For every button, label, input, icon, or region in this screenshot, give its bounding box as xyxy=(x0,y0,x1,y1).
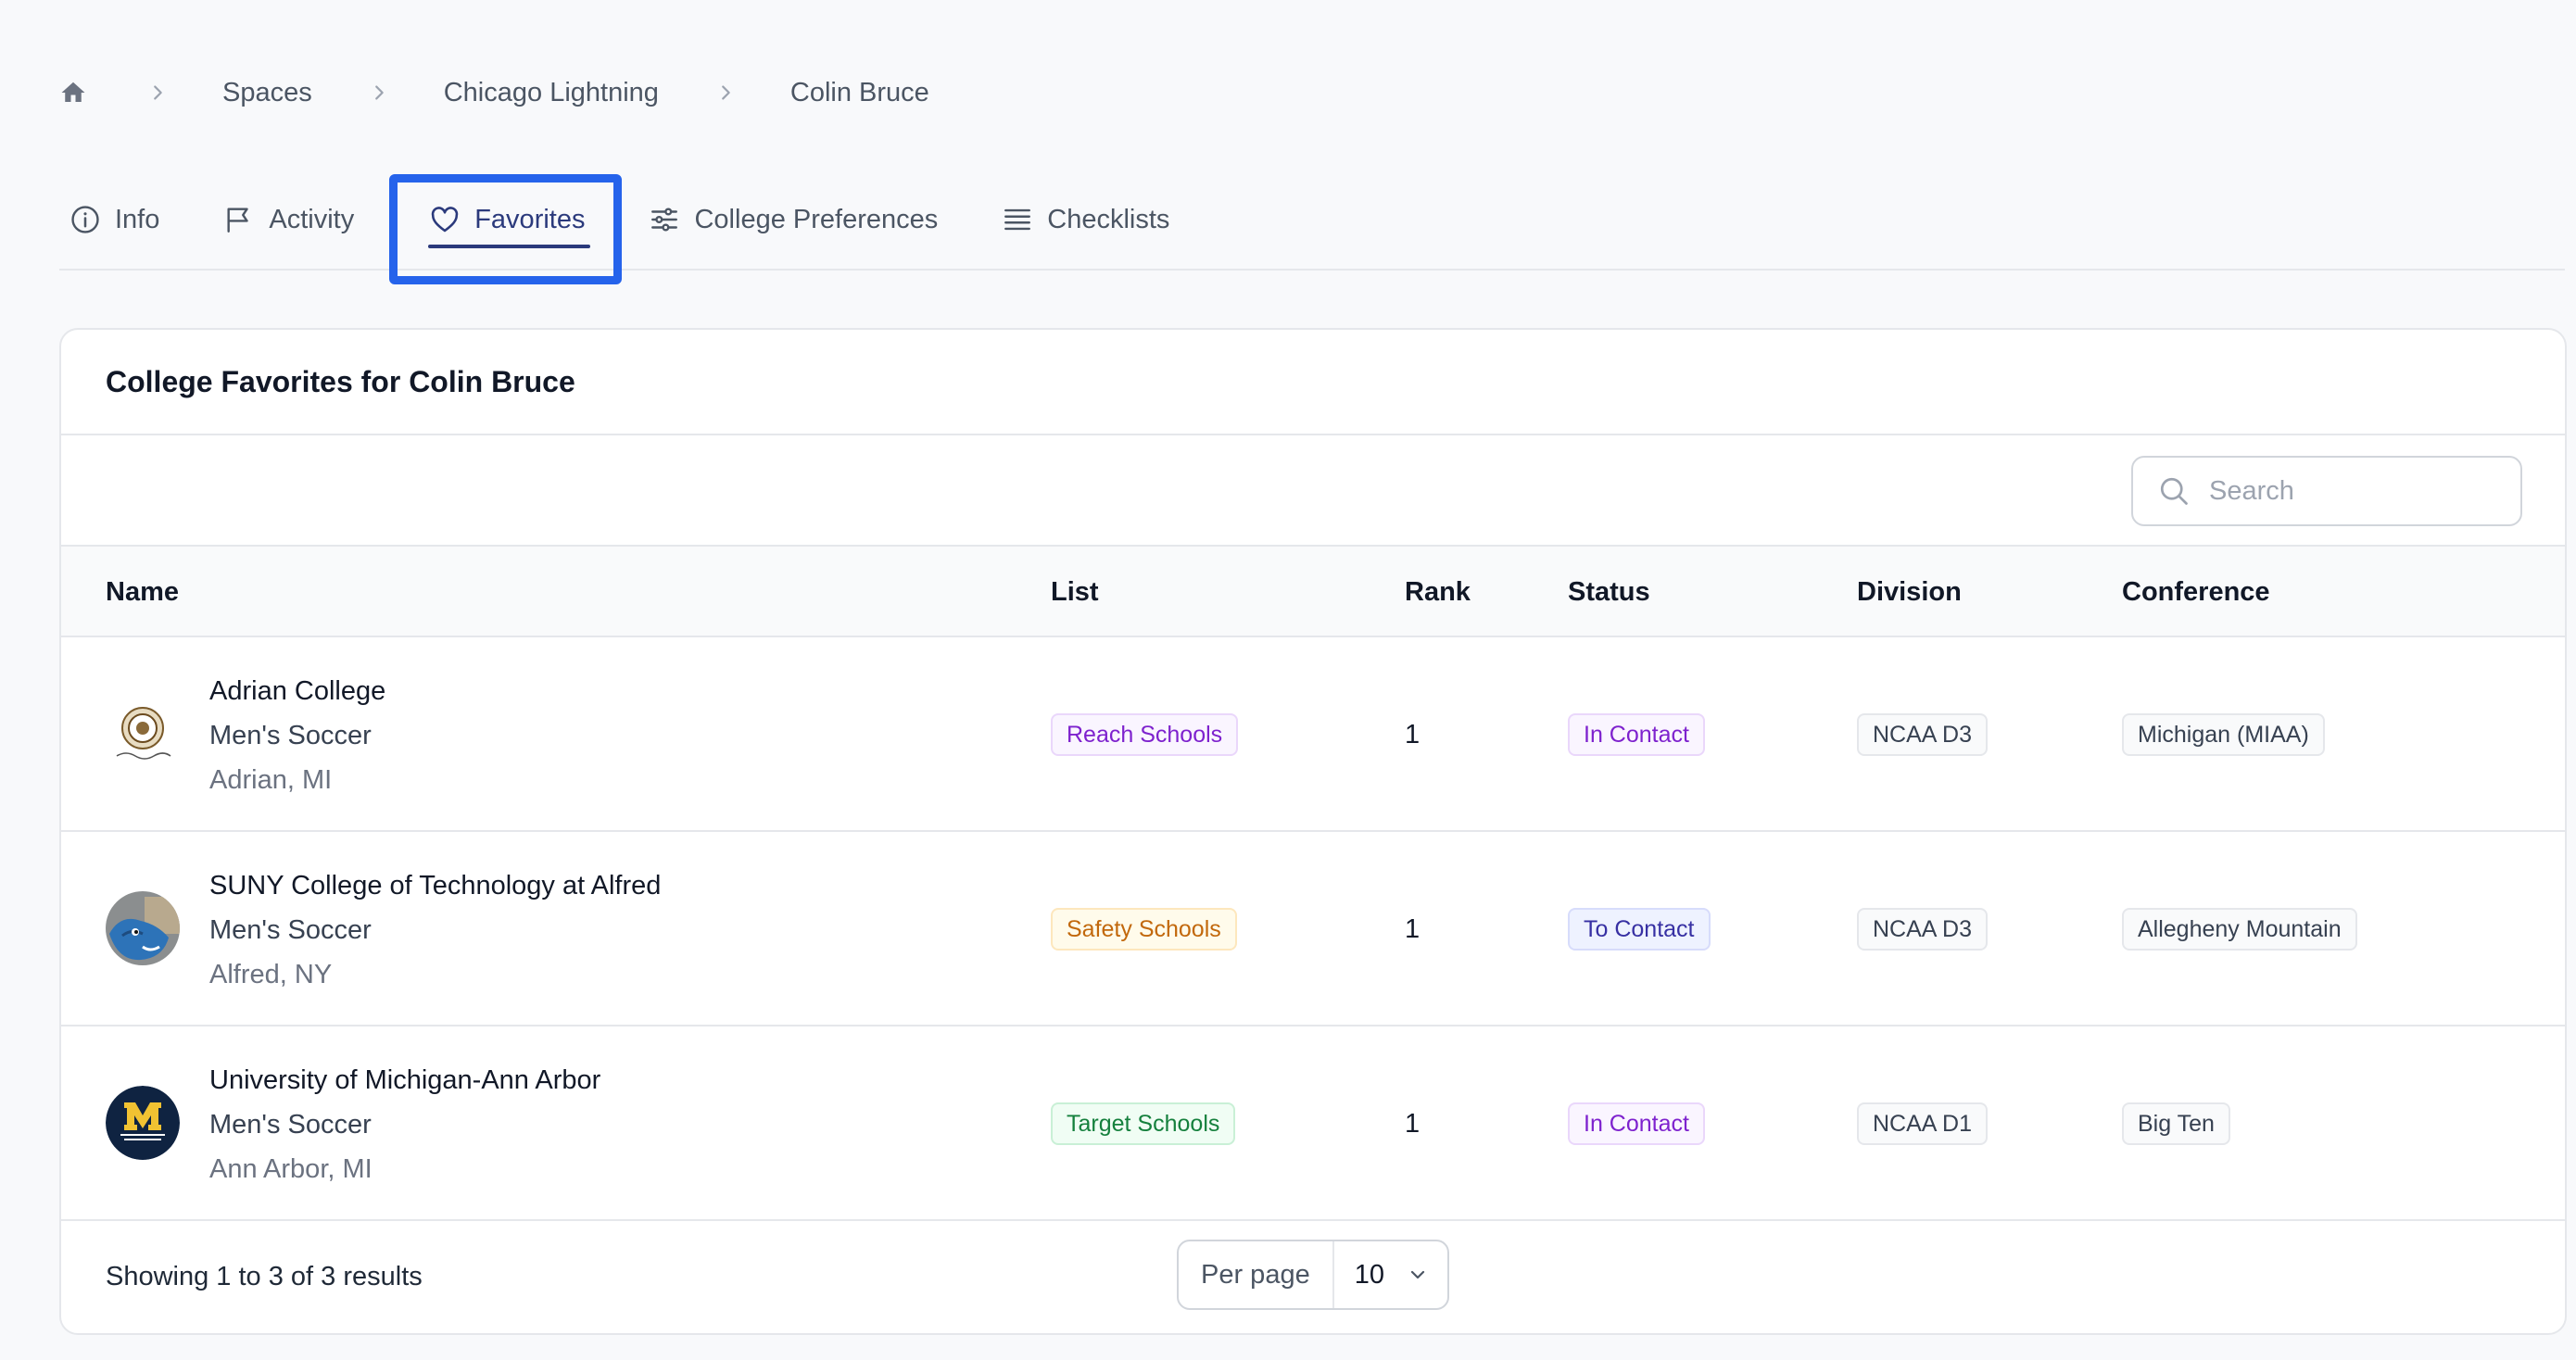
chevron-right-icon xyxy=(141,76,174,109)
division-badge: NCAA D3 xyxy=(1857,713,1988,756)
school-name[interactable]: SUNY College of Technology at Alfred xyxy=(209,863,661,908)
rank-value: 1 xyxy=(1405,913,1421,944)
school-sport: Men's Soccer xyxy=(209,1110,372,1140)
search-placeholder: Search xyxy=(2209,475,2294,506)
card-title: College Favorites for Colin Bruce xyxy=(61,330,2565,435)
conference-badge: Big Ten xyxy=(2122,1102,2230,1145)
table-row[interactable]: SUNY College of Technology at Alfred Men… xyxy=(61,832,2565,1026)
conference-cell: Michigan (MIAA) xyxy=(2122,637,2325,832)
breadcrumb-athlete[interactable]: Colin Bruce xyxy=(790,78,929,108)
header-status[interactable]: Status xyxy=(1568,547,1650,637)
status-badge: In Contact xyxy=(1568,713,1705,756)
division-cell: NCAA D1 xyxy=(1857,1026,1988,1221)
chevron-down-icon xyxy=(1407,1264,1429,1286)
conference-cell: Big Ten xyxy=(2122,1026,2230,1221)
heart-icon xyxy=(428,203,461,236)
breadcrumb: Spaces Chicago Lightning Colin Bruce xyxy=(59,70,929,115)
school-location: Alfred, NY xyxy=(209,960,333,989)
division-badge: NCAA D3 xyxy=(1857,908,1988,951)
per-page-label: Per page xyxy=(1179,1241,1334,1308)
breadcrumb-team[interactable]: Chicago Lightning xyxy=(444,78,659,108)
table-footer: Showing 1 to 3 of 3 results Per page 10 xyxy=(61,1221,2565,1332)
school-info: SUNY College of Technology at Alfred Men… xyxy=(209,863,661,997)
school-location: Adrian, MI xyxy=(209,765,333,795)
school-location: Ann Arbor, MI xyxy=(209,1154,373,1184)
header-division[interactable]: Division xyxy=(1857,547,1962,637)
tab-checklists[interactable]: Checklists xyxy=(991,176,1179,263)
tab-activity[interactable]: Activity xyxy=(213,176,363,263)
list-badge: Reach Schools xyxy=(1051,713,1239,756)
rank-value: 1 xyxy=(1405,719,1421,749)
school-info: Adrian College Men's Soccer Adrian, MI xyxy=(209,669,385,802)
breadcrumb-spaces[interactable]: Spaces xyxy=(222,78,312,108)
division-cell: NCAA D3 xyxy=(1857,832,1988,1026)
search-icon xyxy=(2157,473,2192,509)
info-icon xyxy=(69,203,102,236)
status-badge: To Contact xyxy=(1568,908,1711,951)
rank-value: 1 xyxy=(1405,1108,1421,1139)
table-toolbar: Search xyxy=(61,435,2565,547)
list-cell: Safety Schools xyxy=(1051,832,1237,1026)
list-badge: Safety Schools xyxy=(1051,908,1237,951)
table-row[interactable]: Adrian College Men's Soccer Adrian, MI R… xyxy=(61,637,2565,832)
tab-favorites[interactable]: Favorites xyxy=(419,176,594,263)
school-info: University of Michigan-Ann Arbor Men's S… xyxy=(209,1058,600,1191)
conference-cell: Allegheny Mountain xyxy=(2122,832,2357,1026)
per-page-select[interactable]: Per page 10 xyxy=(1177,1240,1449,1310)
results-summary: Showing 1 to 3 of 3 results xyxy=(106,1261,423,1291)
chevron-right-icon xyxy=(362,76,396,109)
search-input[interactable]: Search xyxy=(2131,456,2522,526)
tab-label: Info xyxy=(115,204,160,234)
header-list[interactable]: List xyxy=(1051,547,1099,637)
conference-badge: Allegheny Mountain xyxy=(2122,908,2357,951)
list-icon xyxy=(1001,203,1034,236)
school-sport: Men's Soccer xyxy=(209,721,372,750)
tab-label: College Preferences xyxy=(694,204,939,234)
favorites-card: College Favorites for Colin Bruce Search… xyxy=(59,328,2567,1335)
tab-college-preferences[interactable]: College Preferences xyxy=(638,176,947,263)
division-badge: NCAA D1 xyxy=(1857,1102,1988,1145)
per-page-value: 10 xyxy=(1354,1259,1384,1290)
school-sport: Men's Soccer xyxy=(209,915,372,945)
tab-bar: Info Activity Favorites College Preferen… xyxy=(59,176,2565,271)
table-header: Name List Rank Status Division Conferenc… xyxy=(61,547,2565,637)
list-badge: Target Schools xyxy=(1051,1102,1236,1145)
school-logo-adrian xyxy=(106,697,180,771)
school-name[interactable]: University of Michigan-Ann Arbor xyxy=(209,1058,600,1102)
list-cell: Target Schools xyxy=(1051,1026,1236,1221)
header-conference[interactable]: Conference xyxy=(2122,547,2270,637)
chevron-right-icon xyxy=(709,76,742,109)
status-cell: In Contact xyxy=(1568,1026,1705,1221)
per-page-value-box[interactable]: 10 xyxy=(1334,1241,1447,1308)
division-cell: NCAA D3 xyxy=(1857,637,1988,832)
school-logo-michigan xyxy=(106,1086,180,1160)
school-logo-alfred xyxy=(106,891,180,965)
home-icon[interactable] xyxy=(59,77,91,108)
header-rank[interactable]: Rank xyxy=(1405,547,1471,637)
status-cell: In Contact xyxy=(1568,637,1705,832)
status-cell: To Contact xyxy=(1568,832,1711,1026)
sliders-icon xyxy=(648,203,681,236)
list-cell: Reach Schools xyxy=(1051,637,1239,832)
tab-info[interactable]: Info xyxy=(69,176,169,263)
page: Spaces Chicago Lightning Colin Bruce Inf… xyxy=(0,0,2576,1360)
header-name[interactable]: Name xyxy=(106,547,179,637)
flag-icon xyxy=(222,203,256,236)
tab-label: Checklists xyxy=(1047,204,1170,234)
conference-badge: Michigan (MIAA) xyxy=(2122,713,2325,756)
tab-label: Favorites xyxy=(474,204,586,234)
table-row[interactable]: University of Michigan-Ann Arbor Men's S… xyxy=(61,1026,2565,1221)
status-badge: In Contact xyxy=(1568,1102,1705,1145)
tab-label: Activity xyxy=(269,204,355,234)
school-name[interactable]: Adrian College xyxy=(209,669,385,713)
